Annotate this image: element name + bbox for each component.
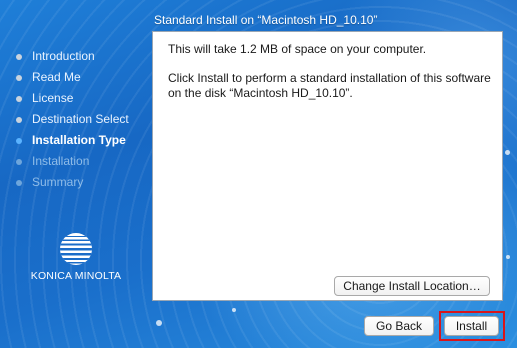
installer-steps: Introduction Read Me License Destination… [16, 48, 129, 195]
step-installation: Installation [16, 153, 129, 174]
konica-minolta-globe-icon [60, 233, 92, 265]
step-bullet-icon [16, 138, 22, 144]
step-label: Read Me [32, 70, 81, 84]
deco-node [156, 320, 162, 326]
step-label: License [32, 91, 74, 105]
logo-text: KONICA MINOLTA [30, 270, 122, 282]
step-label: Installation [32, 154, 90, 168]
change-install-location-button[interactable]: Change Install Location… [334, 276, 490, 296]
content-panel: This will take 1.2 MB of space on your c… [152, 31, 503, 301]
step-label: Summary [32, 175, 84, 189]
message-area: This will take 1.2 MB of space on your c… [168, 42, 492, 115]
step-label: Introduction [32, 49, 95, 63]
step-introduction: Introduction [16, 48, 129, 69]
step-bullet-icon [16, 117, 22, 123]
go-back-button[interactable]: Go Back [364, 316, 434, 336]
deco-node [506, 255, 510, 259]
step-summary: Summary [16, 174, 129, 195]
vendor-logo: KONICA MINOLTA [28, 232, 124, 282]
step-license: License [16, 90, 129, 111]
step-label: Installation Type [32, 133, 126, 147]
space-required-text: This will take 1.2 MB of space on your c… [168, 42, 427, 56]
step-destination-select: Destination Select [16, 111, 129, 132]
step-bullet-icon [16, 159, 22, 165]
deco-node [232, 308, 236, 312]
deco-node [505, 150, 510, 155]
step-label: Destination Select [32, 112, 129, 126]
install-button[interactable]: Install [444, 316, 499, 336]
step-installation-type: Installation Type [16, 132, 129, 153]
step-read-me: Read Me [16, 69, 129, 90]
step-bullet-icon [16, 54, 22, 60]
step-bullet-icon [16, 96, 22, 102]
panel-title: Standard Install on “Macintosh HD_10.10” [154, 13, 378, 27]
step-bullet-icon [16, 75, 22, 81]
step-bullet-icon [16, 180, 22, 186]
installer-window: Standard Install on “Macintosh HD_10.10”… [0, 0, 517, 348]
install-instructions-text: Click Install to perform a standard inst… [168, 71, 491, 100]
